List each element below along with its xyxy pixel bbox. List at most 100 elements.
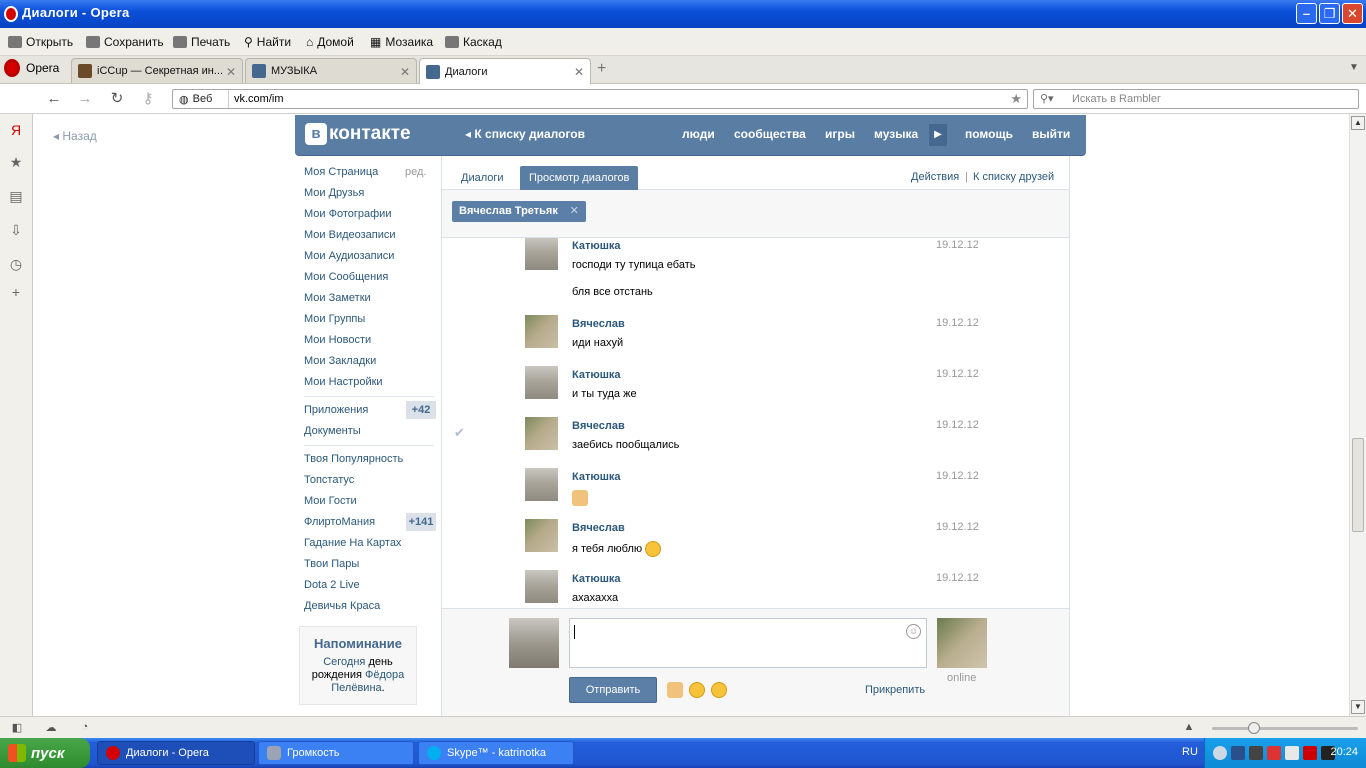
avatar[interactable]: [525, 570, 558, 603]
message-author[interactable]: Катюшка: [572, 471, 621, 483]
language-indicator[interactable]: RU: [1182, 746, 1198, 758]
minimize-button[interactable]: –: [1296, 3, 1317, 24]
panel-toggle-icon[interactable]: ◧: [10, 721, 24, 734]
close-tab-icon[interactable]: ✕: [400, 65, 410, 79]
message-author[interactable]: Катюшка: [572, 240, 621, 252]
yandex-icon[interactable]: Я: [8, 122, 24, 138]
view-icon[interactable]: ▲: [1182, 721, 1196, 734]
to-dialog-list-link[interactable]: ◂ К списку диалогов: [465, 127, 585, 141]
play-icon[interactable]: ▶: [929, 124, 947, 146]
close-icon[interactable]: ✕: [570, 201, 579, 222]
new-tab-icon[interactable]: +: [597, 60, 606, 78]
actions-link[interactable]: Действия: [911, 171, 959, 183]
menu-item[interactable]: Мои Группы: [304, 313, 365, 333]
find-button[interactable]: ⚲ Найти: [244, 35, 291, 49]
url-field[interactable]: ◍ Веб vk.com/im ★: [172, 89, 1028, 109]
tab-list-icon[interactable]: ▼: [1349, 62, 1359, 73]
reload-icon[interactable]: ↻: [108, 90, 126, 108]
nav-help[interactable]: помощь: [965, 127, 1013, 141]
laughing-smiley-icon[interactable]: [711, 682, 727, 698]
scroll-up-icon[interactable]: ▲: [1351, 116, 1365, 130]
unite-icon[interactable]: ☁: [44, 721, 58, 734]
avatar[interactable]: [525, 468, 558, 501]
edit-link[interactable]: ред.: [405, 166, 426, 178]
tab-music[interactable]: МУЗЫКА ✕: [245, 58, 417, 83]
history-icon[interactable]: ◷: [8, 256, 24, 272]
send-button[interactable]: Отправить: [569, 677, 657, 703]
task-skype[interactable]: Skype™ - katrinotka: [418, 741, 574, 765]
thumbs-up-icon[interactable]: [667, 682, 683, 698]
close-tab-icon[interactable]: ✕: [226, 65, 236, 79]
close-tab-icon[interactable]: ✕: [574, 65, 584, 79]
attach-link[interactable]: Прикрепить: [865, 684, 925, 696]
menu-item[interactable]: Мои Друзья: [304, 187, 364, 207]
message-author[interactable]: Катюшка: [572, 573, 621, 585]
bookmarks-icon[interactable]: ★: [8, 154, 24, 170]
nav-communities[interactable]: сообщества: [734, 127, 806, 141]
task-opera[interactable]: Диалоги - Opera: [97, 741, 255, 765]
menu-item[interactable]: Мои Сообщения: [304, 271, 388, 291]
nav-music[interactable]: музыка: [874, 127, 918, 141]
menu-item[interactable]: Мои Заметки: [304, 292, 371, 312]
avatar[interactable]: [525, 519, 558, 552]
nav-logout[interactable]: выйти: [1032, 127, 1070, 141]
print-button[interactable]: Печать: [173, 35, 230, 49]
menu-item[interactable]: Моя Страница: [304, 166, 378, 186]
back-link[interactable]: ◂ Назад: [53, 129, 97, 143]
home-button[interactable]: ⌂ Домой: [306, 35, 354, 49]
smiley-picker-icon[interactable]: ☺: [906, 624, 921, 639]
save-button[interactable]: Сохранить: [86, 35, 164, 49]
message-author[interactable]: Вячеслав: [572, 318, 625, 330]
message-author[interactable]: Вячеслав: [572, 420, 625, 432]
task-volume[interactable]: Громкость: [258, 741, 414, 765]
downloads-icon[interactable]: ⇩: [8, 222, 24, 238]
menu-item[interactable]: Документы: [304, 425, 361, 445]
scroll-down-icon[interactable]: ▼: [1351, 700, 1365, 714]
start-button[interactable]: пуск: [0, 738, 90, 768]
menu-item[interactable]: Топстатус: [304, 474, 354, 494]
speaker-icon[interactable]: [1285, 746, 1299, 760]
steam-icon[interactable]: [1249, 746, 1263, 760]
page-scrollbar[interactable]: ▲ ▼: [1349, 114, 1366, 716]
cascade-button[interactable]: Каскад: [445, 35, 502, 49]
friends-list-link[interactable]: К списку друзей: [973, 171, 1054, 183]
back-icon[interactable]: ←: [45, 90, 63, 108]
menu-item[interactable]: Мои Закладки: [304, 355, 376, 375]
surprised-smiley-icon[interactable]: [689, 682, 705, 698]
menu-item[interactable]: Твои Пары: [304, 558, 359, 578]
tab-view-dialogs[interactable]: Просмотр диалогов: [520, 166, 639, 190]
power-icon[interactable]: [1303, 746, 1317, 760]
turbo-icon[interactable]: ◔: [78, 721, 92, 734]
message-author[interactable]: Вячеслав: [572, 522, 625, 534]
menu-item[interactable]: Мои Аудиозаписи: [304, 250, 394, 270]
menu-item[interactable]: Мои Новости: [304, 334, 371, 354]
maximize-button[interactable]: ❐: [1319, 3, 1340, 24]
menu-item[interactable]: Мои Настройки: [304, 376, 383, 396]
avatar[interactable]: [525, 417, 558, 450]
peer-avatar[interactable]: [937, 618, 987, 668]
vk-logo[interactable]: в контакте: [305, 123, 411, 145]
tray-arrow-icon[interactable]: [1213, 746, 1227, 760]
nav-people[interactable]: люди: [682, 127, 715, 141]
key-icon[interactable]: ⚷: [139, 90, 157, 108]
open-button[interactable]: Открыть: [8, 35, 73, 49]
tab-dialogs[interactable]: Диалоги ✕: [419, 58, 591, 85]
notes-icon[interactable]: ▤: [8, 188, 24, 204]
menu-item[interactable]: Мои Гости: [304, 495, 357, 515]
menu-item-apps[interactable]: Приложения +42: [304, 401, 436, 424]
tab-dialogs[interactable]: Диалоги: [452, 166, 513, 190]
opera-menu-button[interactable]: Opera: [0, 56, 66, 80]
avatar[interactable]: [525, 366, 558, 399]
menu-item[interactable]: Твоя Популярность: [304, 453, 403, 473]
scroll-thumb[interactable]: [1352, 438, 1364, 532]
tab-iccup[interactable]: iCCup — Секретная ин... ✕: [71, 58, 243, 83]
menu-item[interactable]: Мои Фотографии: [304, 208, 391, 228]
avatar[interactable]: [525, 315, 558, 348]
peer-tag[interactable]: Вячеслав Третьяк ✕: [452, 201, 586, 222]
forward-icon[interactable]: →: [76, 90, 94, 108]
menu-item-flirt[interactable]: ФлиртоМания +141: [304, 513, 436, 536]
zoom-slider[interactable]: [1212, 722, 1358, 734]
nav-games[interactable]: игры: [825, 127, 855, 141]
close-button[interactable]: ✕: [1342, 3, 1363, 24]
search-input[interactable]: ⚲▾ Искать в Rambler: [1033, 89, 1359, 109]
